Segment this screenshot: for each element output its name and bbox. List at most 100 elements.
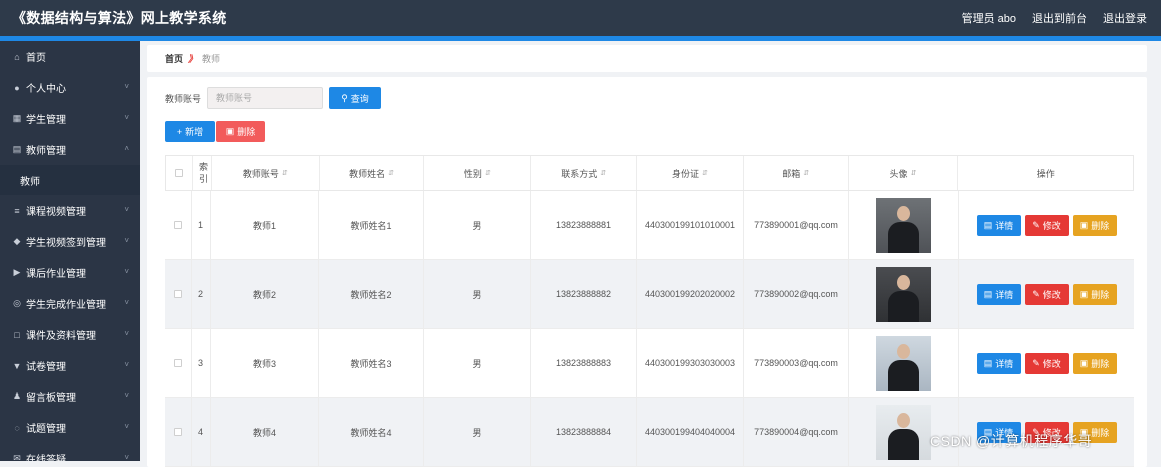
sort-icon: ⇵ xyxy=(600,170,607,177)
chevron-down-icon: ˅ xyxy=(124,236,129,245)
edit-button[interactable]: ✎ 修改 xyxy=(1024,283,1069,305)
header-phone[interactable]: 联系方式 ⇵ xyxy=(531,156,638,190)
content-card: 教师账号 ⚲ 查询 + 新增 ▣ 删除 索引 教师账号⇵ 教师姓名⇵ xyxy=(147,77,1147,467)
search-input[interactable] xyxy=(207,87,324,109)
front-link[interactable]: 退出到前台 xyxy=(1032,10,1087,26)
cell-phone: 13823888884 xyxy=(531,398,637,466)
plus-icon: + xyxy=(176,126,183,137)
header-email[interactable]: 邮箱 ⇵ xyxy=(744,156,849,190)
sidebar-item-label: 留言板管理 xyxy=(26,393,76,404)
cell-phone: 13823888883 xyxy=(531,329,637,397)
avatar[interactable] xyxy=(876,197,931,253)
sidebar-item[interactable]: ≡ 课程视频管理 ˅ xyxy=(0,195,140,226)
pencil-icon: ✎ xyxy=(1032,288,1040,299)
header-gender[interactable]: 性别 ⇵ xyxy=(424,156,532,190)
sidebar-item-label: 学生管理 xyxy=(26,115,66,126)
chevron-down-icon: ˅ xyxy=(124,113,129,122)
settings-icon: ◎ xyxy=(13,298,21,308)
sidebar-item[interactable]: ◎ 学生完成作业管理 ˅ xyxy=(0,288,140,319)
edit-button[interactable]: ✎ 修改 xyxy=(1024,352,1069,374)
edit-button-label: 修改 xyxy=(1042,289,1061,300)
chevron-down-icon: ˅ xyxy=(124,82,129,91)
header-id-card[interactable]: 身份证 ⇵ xyxy=(637,156,744,190)
sort-icon: ⇵ xyxy=(910,170,917,177)
sort-icon: ⇵ xyxy=(281,170,288,177)
cell-id-card: 440300199202020002 xyxy=(637,260,744,328)
home-icon: ⌂ xyxy=(14,51,20,62)
header-account[interactable]: 教师账号 ⇵ xyxy=(212,156,320,190)
avatar[interactable] xyxy=(876,266,931,322)
header-name[interactable]: 教师姓名 ⇵ xyxy=(320,156,425,190)
trophy-icon: ▼ xyxy=(12,360,22,371)
header-checkbox-cell xyxy=(166,156,193,190)
row-checkbox[interactable] xyxy=(174,428,182,436)
cell-phone: 13823888881 xyxy=(531,191,637,259)
row-checkbox[interactable] xyxy=(174,359,182,367)
grid-icon: ▦ xyxy=(12,113,22,123)
trash-icon: ▣ xyxy=(1079,288,1089,299)
chevron-down-icon: ˅ xyxy=(124,391,129,400)
sidebar-item[interactable]: ⌂ 首页 xyxy=(0,41,140,72)
search-button-label: 查询 xyxy=(350,93,369,104)
top-right-links: 管理员 abo 退出到前台 退出登录 xyxy=(962,10,1147,26)
admin-label: 管理员 abo xyxy=(961,13,1016,25)
sidebar-item[interactable]: ▼ 试卷管理 ˅ xyxy=(0,350,140,381)
avatar-head xyxy=(897,412,910,428)
document-icon: ▤ xyxy=(983,357,993,368)
sidebar-item[interactable]: 教师 xyxy=(0,165,140,195)
delete-button[interactable]: ▣ 删除 xyxy=(216,121,265,142)
cell-phone: 13823888882 xyxy=(531,260,637,328)
sidebar-item[interactable]: ▦ 学生管理 ˅ xyxy=(0,103,140,134)
table-header: 索引 教师账号 ⇵ 教师姓名 ⇵ 性别 ⇵ 联系方式 ⇵ 身份证 ⇵ 邮箱 ⇵ 头像 ⇵ 操作 xyxy=(165,155,1134,191)
column-header: 联系方式 xyxy=(561,168,598,179)
cell-email: 773890001@qq.com xyxy=(744,191,849,259)
cell-index: 3 xyxy=(192,329,211,397)
detail-button[interactable]: ▤ 详情 xyxy=(976,283,1021,305)
action-row: + 新增 ▣ 删除 xyxy=(165,121,265,142)
watermark: CSDN @计算机程序华哥 xyxy=(930,433,1093,449)
sidebar-item-label: 学生完成作业管理 xyxy=(26,300,106,311)
header-ops: 操作 xyxy=(958,156,1133,190)
select-all-checkbox[interactable] xyxy=(174,169,183,177)
app-title: 《数据结构与算法》网上教学系统 xyxy=(12,10,227,26)
sidebar-item[interactable]: ▤ 教师管理 ˄ xyxy=(0,134,140,165)
cell-email: 773890002@qq.com xyxy=(744,260,849,328)
teacher-icon: ▤ xyxy=(12,144,22,154)
search-label: 教师账号 xyxy=(165,93,202,104)
column-header: 身份证 xyxy=(671,168,699,179)
detail-button-label: 详情 xyxy=(995,358,1014,369)
cell-id-card: 440300199404040004 xyxy=(637,398,744,466)
row-delete-button-label: 删除 xyxy=(1091,289,1110,300)
table-row: 1 教师1 教师姓名1 男 13823888881 440300199101010001 7… xyxy=(165,191,1134,260)
trash-icon: ▣ xyxy=(1079,357,1089,368)
sidebar-item[interactable]: ● 个人中心 ˅ xyxy=(0,72,140,103)
avatar[interactable] xyxy=(876,404,931,460)
row-delete-button[interactable]: ▣ 删除 xyxy=(1072,214,1117,236)
sidebar-item[interactable]: ▶ 课后作业管理 ˅ xyxy=(0,257,140,288)
detail-button[interactable]: ▤ 详情 xyxy=(976,352,1021,374)
sidebar-item[interactable]: ♟ 留言板管理 ˅ xyxy=(0,381,140,412)
avatar[interactable] xyxy=(876,335,931,391)
header-avatar[interactable]: 头像 ⇵ xyxy=(849,156,959,190)
row-checkbox[interactable] xyxy=(174,221,182,229)
chevron-down-icon: ˅ xyxy=(124,422,129,431)
search-button[interactable]: ⚲ 查询 xyxy=(329,87,382,109)
add-button[interactable]: + 新增 xyxy=(165,121,215,142)
row-delete-button-label: 删除 xyxy=(1091,220,1110,231)
cell-id-card: 440300199303030003 xyxy=(637,329,744,397)
breadcrumb-home[interactable]: 首页 xyxy=(165,52,183,65)
sidebar-item[interactable]: □ 课件及资料管理 ˅ xyxy=(0,319,140,350)
column-header: 邮箱 xyxy=(782,168,801,179)
edit-button[interactable]: ✎ 修改 xyxy=(1024,214,1069,236)
cell-gender: 男 xyxy=(424,260,531,328)
sidebar-item-label: 试卷管理 xyxy=(26,362,66,373)
row-delete-button[interactable]: ▣ 删除 xyxy=(1072,283,1117,305)
row-delete-button[interactable]: ▣ 删除 xyxy=(1072,352,1117,374)
logout-link[interactable]: 退出登录 xyxy=(1103,10,1147,26)
row-checkbox-cell xyxy=(165,191,192,259)
row-checkbox[interactable] xyxy=(174,290,182,298)
sidebar-item[interactable]: ✉ 在线答疑 ˅ xyxy=(0,443,140,461)
sidebar-item[interactable]: ◆ 学生视频签到管理 ˅ xyxy=(0,226,140,257)
sidebar-item[interactable]: ◌ 试题管理 ˅ xyxy=(0,412,140,443)
detail-button[interactable]: ▤ 详情 xyxy=(976,214,1021,236)
